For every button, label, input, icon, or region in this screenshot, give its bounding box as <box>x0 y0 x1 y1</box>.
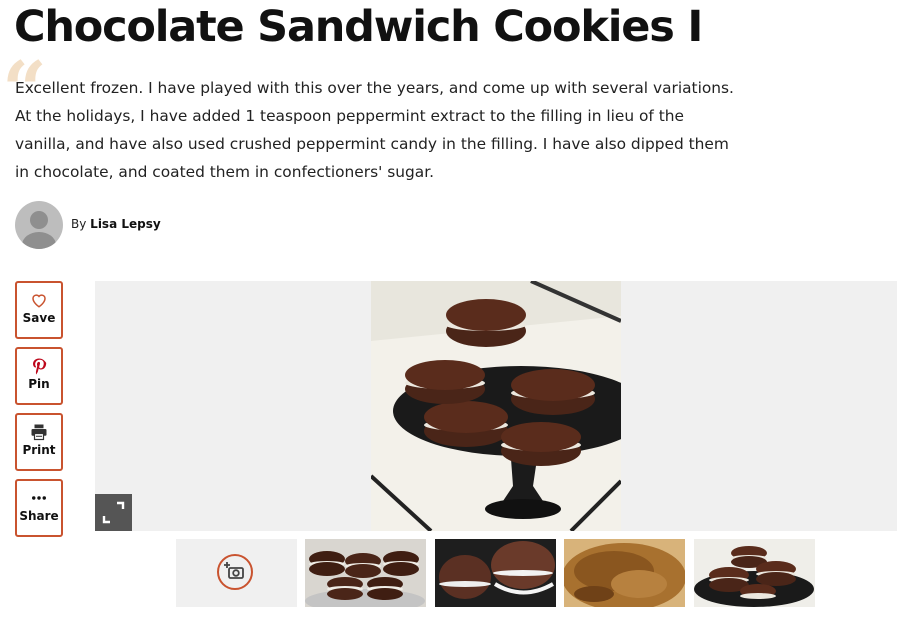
author-name[interactable]: Lisa Lepsy <box>90 217 161 231</box>
review-byline: By Lisa Lepsy <box>71 217 161 231</box>
share-button[interactable]: Share <box>15 479 63 537</box>
printer-icon <box>31 424 47 441</box>
expand-icon <box>102 501 125 524</box>
save-label: Save <box>22 311 56 325</box>
add-photo-ring <box>217 554 253 590</box>
share-label: Share <box>19 509 59 523</box>
review-text: Excellent frozen. I have played with thi… <box>15 79 734 181</box>
expand-fullscreen-button[interactable] <box>95 494 132 531</box>
print-button[interactable]: Print <box>15 413 63 471</box>
thumbnail-image <box>435 539 556 607</box>
heart-icon <box>32 294 46 308</box>
add-photo-camera-icon <box>224 562 244 579</box>
save-button[interactable]: Save <box>15 281 63 339</box>
author-avatar[interactable] <box>15 201 63 249</box>
thumbnail-image <box>305 539 426 607</box>
photo-thumbnail[interactable] <box>435 539 556 607</box>
thumbnail-image <box>694 539 815 607</box>
recipe-photo-viewer <box>95 281 897 531</box>
photo-thumbnail[interactable] <box>694 539 815 607</box>
print-label: Print <box>22 443 56 457</box>
more-dots-icon <box>32 496 46 500</box>
add-photo-button[interactable] <box>176 539 297 607</box>
user-silhouette-icon <box>22 211 56 249</box>
cookie-stand-image <box>371 281 621 531</box>
pinterest-icon <box>33 358 47 375</box>
recipe-main-photo[interactable] <box>371 281 621 531</box>
photo-thumbnail[interactable] <box>564 539 685 607</box>
thumbnail-image <box>564 539 685 607</box>
byline-prefix: By <box>71 217 87 231</box>
photo-thumbnail[interactable] <box>305 539 426 607</box>
recipe-title: Chocolate Sandwich Cookies I <box>14 2 703 52</box>
pin-label: Pin <box>28 377 50 391</box>
pin-button[interactable]: Pin <box>15 347 63 405</box>
